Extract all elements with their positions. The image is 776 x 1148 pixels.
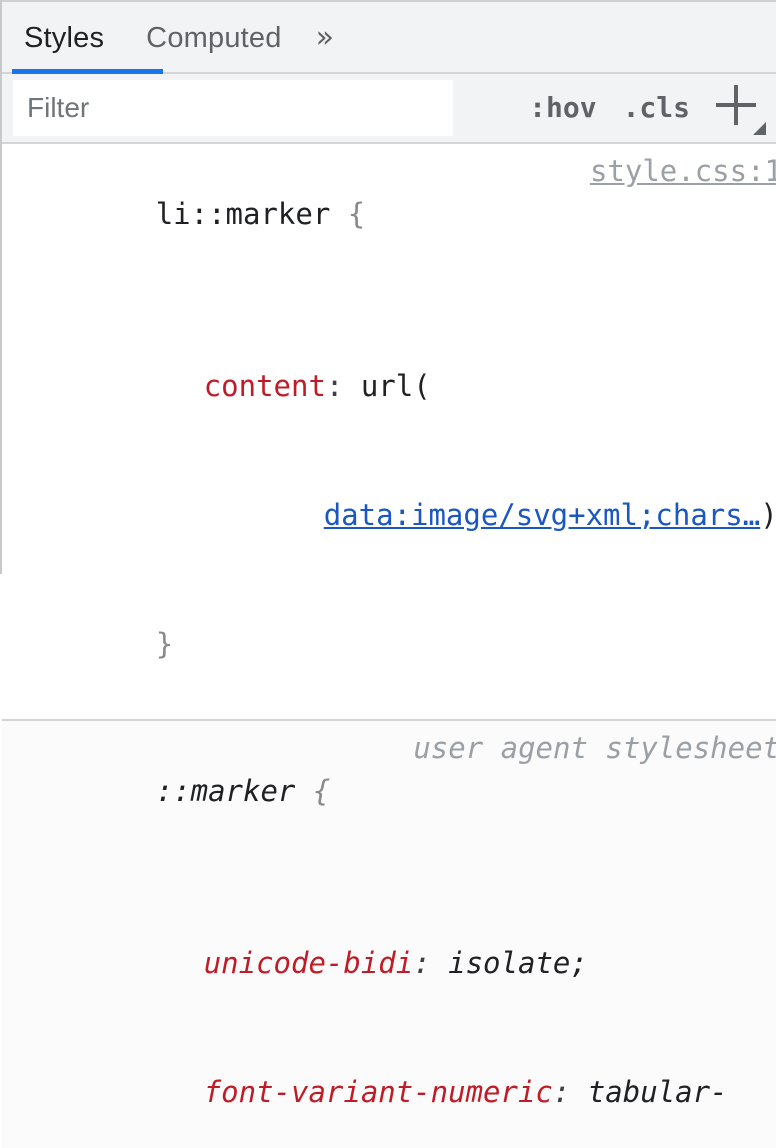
rule-selector-line: li::marker { style.css:1 bbox=[2, 150, 776, 322]
chevron-down-icon[interactable] bbox=[753, 122, 766, 135]
colon: : bbox=[553, 1075, 570, 1109]
selector-text: ::marker bbox=[156, 774, 296, 808]
toggle-class-button[interactable]: .cls bbox=[623, 94, 690, 122]
close-brace: } bbox=[156, 627, 173, 661]
rule-selector-line: ::marker { user agent stylesheet bbox=[2, 727, 776, 899]
plus-icon bbox=[716, 85, 756, 125]
tab-computed[interactable]: Computed bbox=[146, 24, 281, 53]
property-name[interactable]: content bbox=[204, 369, 326, 403]
colon: : bbox=[326, 369, 343, 403]
rule-close-line: } bbox=[2, 580, 776, 709]
more-tabs-icon[interactable]: » bbox=[316, 23, 334, 53]
property-value-first: tabular- bbox=[588, 1075, 728, 1109]
declaration-line: unicode-bidi: isolate; bbox=[2, 899, 776, 1028]
toolbar-actions: :hov .cls bbox=[503, 85, 776, 131]
styles-toolbar: :hov .cls bbox=[2, 74, 776, 144]
new-style-rule-button[interactable] bbox=[716, 85, 762, 131]
colon: : bbox=[413, 946, 430, 980]
property-value-tail: ); bbox=[760, 498, 776, 532]
selector-text[interactable]: li::marker bbox=[156, 197, 331, 231]
pane-tabbar: Styles Computed » bbox=[2, 0, 776, 74]
declaration-value-wrap-line: data:image/svg+xml;chars…); bbox=[2, 451, 776, 580]
property-name: font-variant-numeric bbox=[204, 1075, 553, 1109]
style-rule-user-agent: ::marker { user agent stylesheet unicode… bbox=[2, 719, 776, 1148]
style-rule: li::marker { style.css:1 content: url( d… bbox=[2, 144, 776, 719]
styles-pane: Styles Computed » :hov .cls li::marker {… bbox=[0, 0, 776, 574]
data-url-link[interactable]: data:image/svg+xml;chars… bbox=[324, 498, 761, 532]
tab-styles[interactable]: Styles bbox=[24, 24, 104, 53]
style-rules-list: li::marker { style.css:1 content: url( d… bbox=[2, 144, 776, 1148]
property-value-head[interactable]: url( bbox=[361, 369, 431, 403]
toggle-element-state-button[interactable]: :hov bbox=[529, 94, 596, 122]
declaration-line: content: url( bbox=[2, 322, 776, 451]
filter-input[interactable] bbox=[13, 80, 453, 136]
property-name: unicode-bidi bbox=[204, 946, 414, 980]
open-brace: { bbox=[313, 774, 330, 808]
stylesheet-origin-label: user agent stylesheet bbox=[413, 727, 776, 770]
declaration-line: font-variant-numeric: tabular- bbox=[2, 1028, 776, 1148]
property-value: isolate; bbox=[448, 946, 588, 980]
stylesheet-origin-link[interactable]: style.css:1 bbox=[590, 150, 776, 193]
open-brace: { bbox=[348, 197, 365, 231]
